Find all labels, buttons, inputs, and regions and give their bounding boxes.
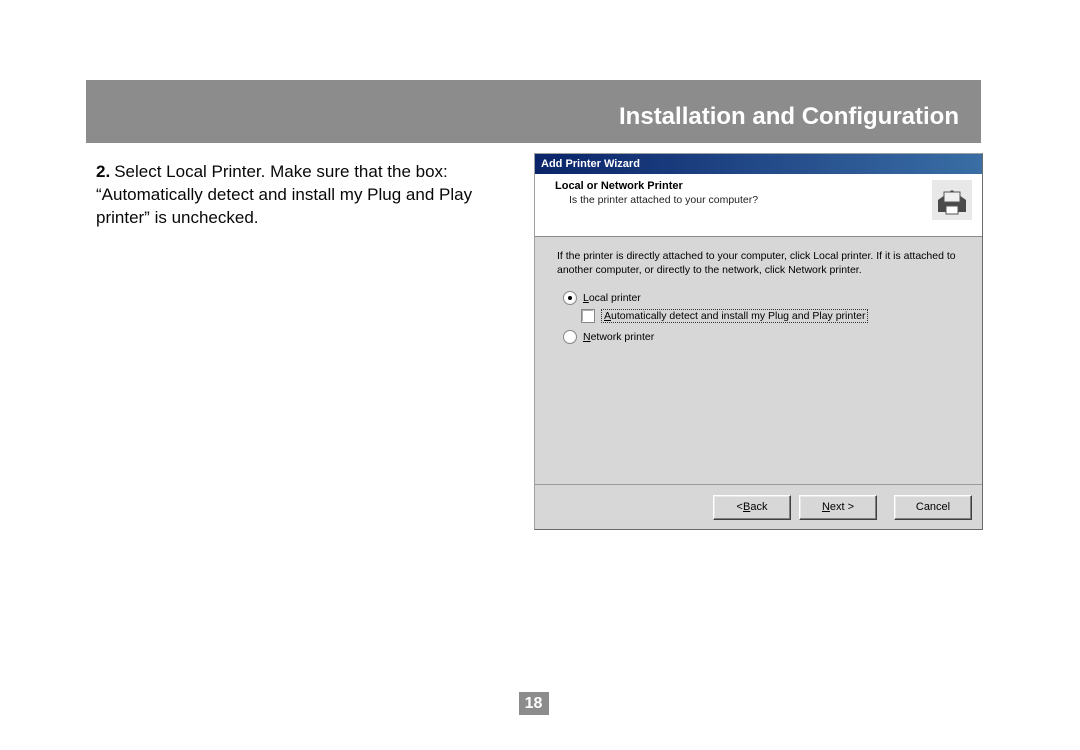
add-printer-wizard-dialog: Add Printer Wizard Local or Network Prin… <box>534 153 983 530</box>
dialog-content: If the printer is directly attached to y… <box>535 237 982 344</box>
chapter-title: Installation and Configuration <box>619 103 959 131</box>
radio-local-printer[interactable]: Local printer <box>563 291 966 305</box>
cancel-button[interactable]: Cancel <box>894 495 972 520</box>
chapter-header: Installation and Configuration <box>86 80 981 143</box>
dialog-title: Add Printer Wizard <box>541 158 640 170</box>
checkbox-auto-detect[interactable]: Automatically detect and install my Plug… <box>581 309 966 323</box>
radio-label: Local printer <box>583 292 641 304</box>
checkbox-icon <box>581 309 595 323</box>
dialog-subheader: Local or Network Printer Is the printer … <box>535 174 982 237</box>
printer-icon <box>932 180 972 220</box>
radio-label: Network printer <box>583 331 654 343</box>
dialog-button-bar: < Back Next > Cancel <box>535 484 982 529</box>
radio-icon <box>563 330 577 344</box>
subheader-question: Is the printer attached to your computer… <box>569 194 922 206</box>
dialog-description: If the printer is directly attached to y… <box>557 249 966 277</box>
page-number: 18 <box>519 692 549 715</box>
checkbox-label: Automatically detect and install my Plug… <box>601 309 868 323</box>
dialog-title-bar: Add Printer Wizard <box>535 154 982 174</box>
radio-icon <box>563 291 577 305</box>
subheader-title: Local or Network Printer <box>555 180 922 192</box>
radio-network-printer[interactable]: Network printer <box>563 330 966 344</box>
step-text: Select Local Printer. Make sure that the… <box>96 162 472 227</box>
instruction-step-2: 2.Select Local Printer. Make sure that t… <box>96 161 526 230</box>
back-button[interactable]: < Back <box>713 495 791 520</box>
step-number: 2. <box>96 162 110 181</box>
next-button[interactable]: Next > <box>799 495 877 520</box>
page-number-container: 18 <box>86 692 981 715</box>
